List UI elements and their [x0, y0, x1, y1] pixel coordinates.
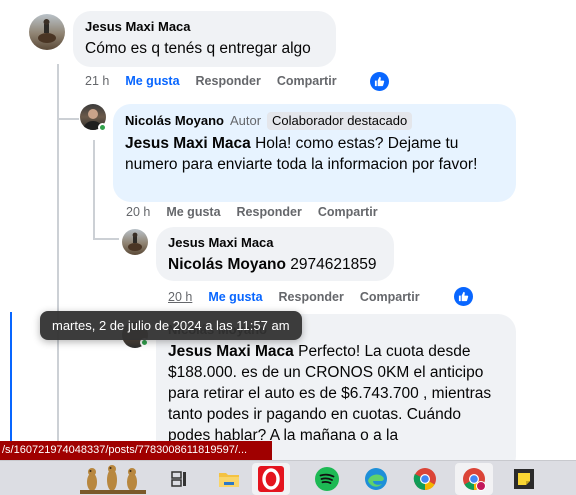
online-status-dot: [98, 123, 107, 132]
comment-time[interactable]: 20 h: [126, 205, 150, 219]
mention-link[interactable]: Nicolás Moyano: [168, 256, 286, 273]
meerkat-icon[interactable]: [78, 463, 148, 495]
mention-link[interactable]: Jesus Maxi Maca: [125, 135, 251, 152]
comment-bubble: Jesus Maxi Maca Cómo es q tenés q entreg…: [73, 11, 336, 67]
like-reaction-icon[interactable]: [370, 72, 389, 91]
opera-icon[interactable]: [252, 463, 290, 495]
timestamp-tooltip: martes, 2 de julio de 2024 a las 11:57 a…: [40, 311, 302, 340]
comment-time[interactable]: 20 h: [168, 290, 192, 304]
chrome-icon[interactable]: [406, 463, 444, 495]
thread-line: [57, 64, 59, 444]
reply-button[interactable]: Responder: [279, 290, 344, 304]
chrome-profile-icon[interactable]: [455, 463, 493, 495]
edge-icon[interactable]: [357, 463, 395, 495]
thread-line-nested-curve: [93, 238, 119, 240]
reply-button[interactable]: Responder: [237, 205, 302, 219]
sticky-notes-icon[interactable]: [505, 463, 543, 495]
like-button[interactable]: Me gusta: [125, 74, 179, 88]
link-preview-url: /s/160721974048337/posts/778300861181959…: [0, 441, 272, 460]
share-button[interactable]: Compartir: [318, 205, 378, 219]
like-button[interactable]: Me gusta: [166, 205, 220, 219]
focused-comment-indicator: [10, 312, 12, 447]
comment-bubble: Nicolás Moyano Autor Colaborador destaca…: [113, 104, 516, 202]
comment-text: Cómo es q tenés q entregar algo: [85, 40, 311, 57]
reply-button[interactable]: Responder: [196, 74, 261, 88]
comment-actions: 20 h Me gusta Responder Compartir: [168, 290, 436, 304]
task-view-icon[interactable]: [160, 463, 198, 495]
thread-line-nested: [93, 140, 95, 240]
comment-author-row: Nicolás Moyano Autor Colaborador destaca…: [125, 112, 504, 130]
comment-time[interactable]: 21 h: [85, 74, 109, 88]
taskbar: [0, 460, 576, 495]
horse-rider-icon: [128, 232, 142, 251]
comment-author[interactable]: Jesus Maxi Maca: [85, 19, 324, 35]
file-explorer-icon[interactable]: [210, 463, 248, 495]
thread-line-curve: [57, 118, 79, 120]
like-reaction-icon[interactable]: [454, 287, 473, 306]
comment-author[interactable]: Jesus Maxi Maca: [168, 235, 382, 251]
comment-text: Jesus Maxi Maca Perfecto! La cuota desde…: [168, 341, 504, 446]
avatar[interactable]: [122, 229, 148, 255]
horse-rider-icon: [38, 19, 56, 43]
comment-bubble: Jesus Maxi Maca Nicolás Moyano 297462185…: [156, 227, 394, 281]
comment-actions: 20 h Me gusta Responder Compartir: [126, 205, 394, 219]
comment-actions: 21 h Me gusta Responder Compartir: [85, 74, 353, 88]
comment-text: Nicolás Moyano 2974621859: [168, 254, 382, 275]
spotify-icon[interactable]: [308, 463, 346, 495]
share-button[interactable]: Compartir: [360, 290, 420, 304]
share-button[interactable]: Compartir: [277, 74, 337, 88]
comment-text: Jesus Maxi Maca Hola! como estas? Dejame…: [125, 133, 504, 175]
top-contributor-badge[interactable]: Colaborador destacado: [267, 112, 413, 130]
comment-body: 2974621859: [286, 256, 377, 273]
like-button[interactable]: Me gusta: [208, 290, 262, 304]
avatar[interactable]: [29, 14, 65, 50]
comment-author[interactable]: Nicolás Moyano: [125, 113, 224, 129]
author-tag: Autor: [229, 113, 262, 128]
mention-link[interactable]: Jesus Maxi Maca: [168, 343, 294, 360]
